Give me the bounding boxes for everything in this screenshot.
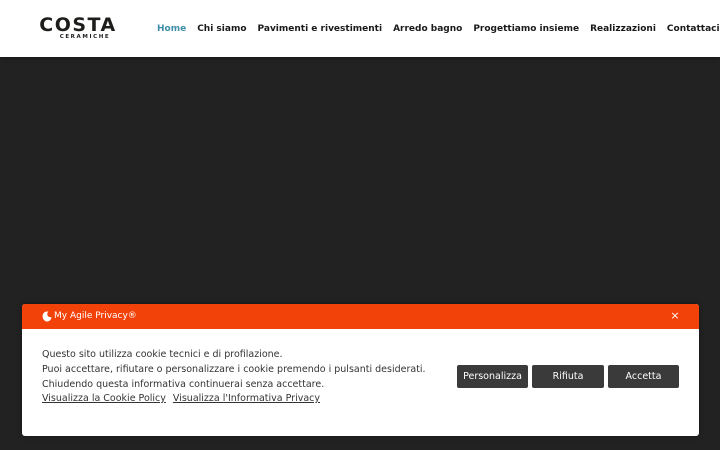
nav-item-pavimenti[interactable]: Pavimenti e rivestimenti [258,22,383,36]
nav-item-chi-siamo[interactable]: Chi siamo [197,22,246,36]
privacy-policy-link[interactable]: Visualizza l'Informativa Privacy [173,393,320,404]
cookie-text-line: Puoi accettare, rifiutare o personalizza… [42,364,426,375]
nav-item-realizzazioni[interactable]: Realizzazioni [590,22,656,36]
cookie-banner-title: My Agile Privacy® [54,311,137,321]
nav-item-home[interactable]: Home [157,22,186,36]
site-header: COSTA CERAMICHE Home Chi siamo Pavimenti… [0,0,720,57]
cookie-links: Visualizza la Cookie Policy Visualizza l… [42,392,324,406]
cookie-message: Questo sito utilizza cookie tecnici e di… [42,347,442,392]
reject-button[interactable]: Rifiuta [532,365,604,388]
cookie-text-line: Questo sito utilizza cookie tecnici e di… [42,349,283,360]
main-nav: Home Chi siamo Pavimenti e rivestimenti … [157,22,720,36]
logo-wordmark: COSTA [39,14,117,36]
close-icon[interactable]: × [668,309,682,323]
cookie-policy-link[interactable]: Visualizza la Cookie Policy [42,393,166,404]
nav-item-progettiamo[interactable]: Progettiamo insieme [473,22,579,36]
logo-tagline: CERAMICHE [59,34,111,40]
privacy-logo-icon [42,311,52,322]
site-logo[interactable]: COSTA CERAMICHE [36,15,120,43]
cookie-text-line: Chiudendo questa informativa continuerai… [42,379,325,390]
cookie-banner-bar: My Agile Privacy® × [22,304,699,329]
accept-button[interactable]: Accetta [608,365,679,388]
nav-item-contattaci[interactable]: Contattaci [667,22,720,36]
nav-item-arredo-bagno[interactable]: Arredo bagno [393,22,462,36]
cookie-banner: My Agile Privacy® × Questo sito utilizza… [22,304,699,436]
customize-button[interactable]: Personalizza [457,365,528,388]
